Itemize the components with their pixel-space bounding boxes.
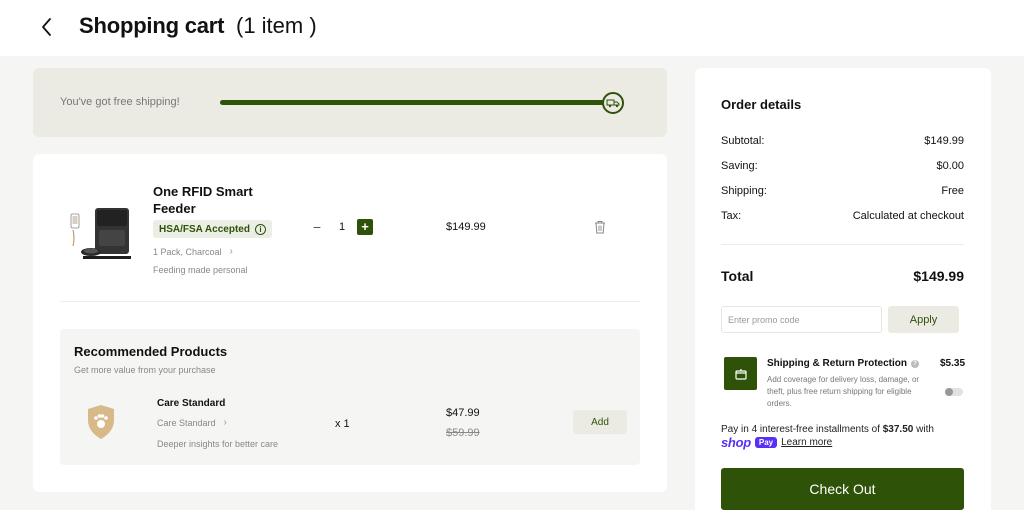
product-image [67,204,135,264]
total-label: Total [721,268,754,284]
recommended-title: Recommended Products [74,344,228,359]
product-name[interactable]: One RFID Smart Feeder [153,183,273,217]
saving-value: $0.00 [936,160,964,172]
order-details-panel: Order details Subtotal: $149.99 Saving: … [695,68,991,510]
shipping-protection-toggle[interactable] [945,388,963,396]
hsa-fsa-badge: HSA/FSA Accepted i [153,220,272,238]
shipping-progress-bar [220,100,612,105]
page-title: Shopping cart [79,13,225,38]
free-shipping-banner: You've got free shipping! [33,68,667,137]
shipping-label: Shipping: [721,185,767,197]
shop-pay-logo: shop [721,435,751,450]
shipping-value: Free [941,185,964,197]
toggle-knob [945,388,953,396]
shop-pay-badge: Pay [754,437,778,448]
saving-row: Saving: $0.00 [721,160,964,172]
product-variant: 1 Pack, Charcoal [153,246,222,257]
quantity-decrease-button[interactable]: − [310,220,324,234]
back-button[interactable] [36,14,58,40]
subtotal-label: Subtotal: [721,135,765,147]
care-plan-name: Care Standard [157,398,226,409]
recommended-products: Recommended Products Get more value from… [60,329,640,465]
product-tagline: Feeding made personal [153,265,248,275]
cart-items-card: One RFID Smart Feeder HSA/FSA Accepted i… [33,154,667,492]
shipping-protection-label: Shipping & Return Protection [767,358,907,369]
shipping-protection-icon [724,357,757,390]
installment-amount: $37.50 [882,424,914,435]
total-value: $149.99 [913,268,964,284]
saving-label: Saving: [721,160,758,172]
care-plan-price: $47.99 [446,407,480,419]
add-care-plan-button[interactable]: Add [573,410,627,434]
shipping-row: Shipping: Free [721,185,964,197]
care-shield-icon [86,404,116,440]
divider [60,301,640,302]
remove-item-button[interactable] [593,219,607,235]
promo-code-input[interactable] [721,306,882,333]
divider [721,244,964,245]
quantity-increase-button[interactable]: + [357,219,373,235]
chevron-right-icon: › [229,246,233,257]
subtotal-value: $149.99 [924,135,964,147]
installments-prefix: Pay in 4 interest-free installments of [721,424,883,435]
tax-row: Tax: Calculated at checkout [721,210,964,222]
care-plan-original-price: $59.99 [446,427,480,439]
chevron-right-icon: › [223,417,227,428]
recommended-subtitle: Get more value from your purchase [74,365,216,375]
installments-text: Pay in 4 interest-free installments of $… [721,424,934,435]
help-icon[interactable]: ? [911,359,919,368]
tax-label: Tax: [721,210,742,222]
checkout-button[interactable]: Check Out [721,468,964,510]
installments-suffix: with [913,424,934,435]
shipping-progress-fill [220,100,612,105]
item-count: (1 item ) [236,13,317,38]
product-variant-selector[interactable]: 1 Pack, Charcoal › [153,246,233,257]
order-details-title: Order details [721,97,802,112]
care-plan-quantity: x 1 [335,418,350,430]
apply-promo-button[interactable]: Apply [888,306,959,333]
care-plan-tagline: Deeper insights for better care [157,439,279,449]
subtotal-row: Subtotal: $149.99 [721,135,964,147]
header: Shopping cart (1 item ) [0,0,1024,56]
free-shipping-message: You've got free shipping! [60,96,180,108]
quantity-value: 1 [338,221,346,233]
shipping-protection-title: Shipping & Return Protection ? [767,358,919,369]
trash-icon [595,221,605,234]
line-item-price: $149.99 [446,221,486,233]
shop-pay-row: shop Pay Learn more [721,435,832,450]
tax-value: Calculated at checkout [852,210,964,222]
shipping-protection-description: Add coverage for delivery loss, damage, … [767,375,920,408]
care-plan-variant-selector[interactable]: Care Standard › [157,417,227,428]
learn-more-link[interactable]: Learn more [781,437,832,448]
care-plan-variant: Care Standard [157,417,216,428]
shipping-protection-price: $5.35 [940,358,966,369]
hsa-fsa-label: HSA/FSA Accepted [159,223,250,235]
total-row: Total $149.99 [721,268,964,284]
truck-icon [602,92,624,114]
info-icon[interactable]: i [254,223,266,235]
chevron-left-icon [42,18,51,36]
